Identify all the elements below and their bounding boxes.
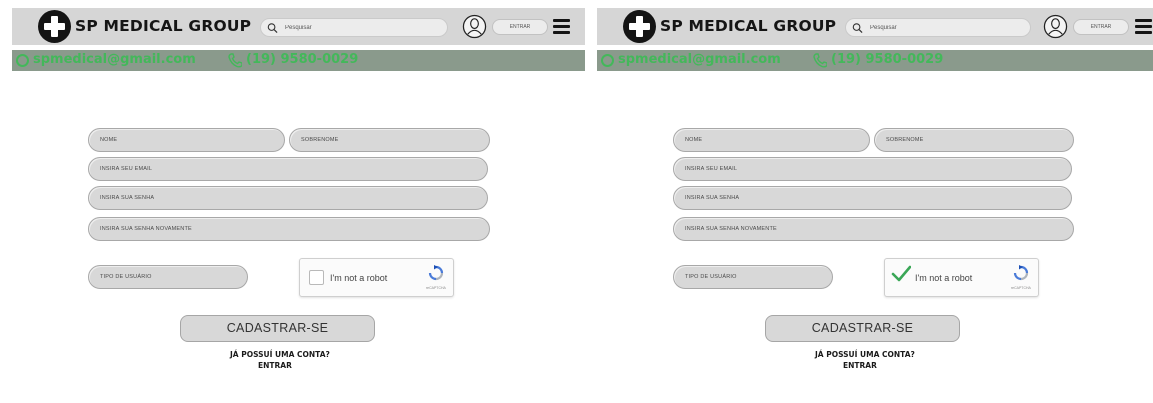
login-link[interactable]: ENTRAR [843,361,877,370]
brand-name[interactable]: SP MEDICAL GROUP [75,17,251,35]
search-bar[interactable] [845,18,1031,37]
have-account-text: JÁ POSSUÍ UMA CONTA? [230,350,330,359]
search-icon [267,23,278,34]
user-avatar-icon[interactable] [462,14,487,39]
captcha-label: I'm not a robot [330,273,388,283]
first-name-field[interactable]: NOME [673,128,870,152]
email-icon [601,54,614,67]
signup-submit-button[interactable]: CADASTRAR-SE [180,315,375,342]
user-type-placeholder: TIPO DE USUÁRIO [685,274,737,280]
medical-cross-logo-icon[interactable] [38,10,71,43]
password-placeholder: INSIRA SUA SENHA [100,195,155,201]
email-field[interactable]: INSIRA SEU EMAIL [88,157,488,181]
captcha-label: I'm not a robot [915,273,973,283]
search-input[interactable] [870,22,1020,34]
contact-bar: spmedical@gmail.com (19) 9580-0029 [597,50,1153,71]
signup-form: NOME SOBRENOME INSIRA SEU EMAIL INSIRA S… [88,128,492,388]
email-icon [16,54,29,67]
recaptcha-logo-icon [1013,265,1029,281]
contact-email[interactable]: spmedical@gmail.com [33,52,196,67]
top-navbar: SP MEDICAL GROUP ENTRAR [12,8,585,45]
first-name-placeholder: NOME [685,137,703,143]
user-type-select[interactable]: TIPO DE USUÁRIO [88,265,248,289]
screenshot-stage: SP MEDICAL GROUP ENTRAR spmedical@gmail.… [0,0,1153,403]
search-input[interactable] [285,22,435,34]
email-placeholder: INSIRA SEU EMAIL [685,166,738,172]
user-avatar-icon[interactable] [1043,14,1068,39]
last-name-field[interactable]: SOBRENOME [874,128,1074,152]
medical-cross-logo-icon[interactable] [623,10,656,43]
first-name-placeholder: NOME [100,137,118,143]
password-field[interactable]: INSIRA SUA SENHA [88,186,488,210]
password-placeholder: INSIRA SUA SENHA [685,195,740,201]
recaptcha-widget: I'm not a robot reCAPTCHA [884,258,1039,297]
last-name-field[interactable]: SOBRENOME [289,128,490,152]
search-icon [852,23,863,34]
brand-name[interactable]: SP MEDICAL GROUP [660,17,836,35]
recaptcha-logo-icon [428,265,444,281]
recaptcha-widget: I'm not a robot reCAPTCHA [299,258,454,297]
enter-button[interactable]: ENTRAR [1073,19,1129,35]
email-placeholder: INSIRA SEU EMAIL [100,166,153,172]
hamburger-menu-icon[interactable] [553,19,570,34]
user-type-select[interactable]: TIPO DE USUÁRIO [673,265,833,289]
contact-bar: spmedical@gmail.com (19) 9580-0029 [12,50,585,71]
last-name-placeholder: SOBRENOME [301,137,339,143]
password-confirm-placeholder: INSIRA SUA SENHA NOVAMENTE [100,226,192,232]
search-bar[interactable] [260,18,448,37]
signup-page-checked: SP MEDICAL GROUP ENTRAR spmedical@gmail.… [597,8,1153,403]
email-field[interactable]: INSIRA SEU EMAIL [673,157,1072,181]
captcha-checkbox[interactable] [309,270,324,285]
first-name-field[interactable]: NOME [88,128,285,152]
password-field[interactable]: INSIRA SUA SENHA [673,186,1072,210]
last-name-placeholder: SOBRENOME [886,137,924,143]
signup-page-unchecked: SP MEDICAL GROUP ENTRAR spmedical@gmail.… [12,8,585,403]
recaptcha-caption: reCAPTCHA [426,286,446,290]
top-navbar: SP MEDICAL GROUP ENTRAR [597,8,1153,45]
password-confirm-field[interactable]: INSIRA SUA SENHA NOVAMENTE [88,217,490,241]
hamburger-menu-icon[interactable] [1135,19,1152,34]
phone-icon [813,53,827,68]
enter-button[interactable]: ENTRAR [492,19,548,35]
phone-icon [228,53,242,68]
login-link[interactable]: ENTRAR [258,361,292,370]
contact-phone[interactable]: (19) 9580-0029 [831,52,943,67]
contact-phone[interactable]: (19) 9580-0029 [246,52,358,67]
signup-form: NOME SOBRENOME INSIRA SEU EMAIL INSIRA S… [673,128,1077,388]
user-type-placeholder: TIPO DE USUÁRIO [100,274,152,280]
password-confirm-placeholder: INSIRA SUA SENHA NOVAMENTE [685,226,777,232]
contact-email[interactable]: spmedical@gmail.com [618,52,781,67]
captcha-checkmark-icon[interactable] [891,265,911,283]
recaptcha-caption: reCAPTCHA [1011,286,1031,290]
password-confirm-field[interactable]: INSIRA SUA SENHA NOVAMENTE [673,217,1074,241]
have-account-text: JÁ POSSUÍ UMA CONTA? [815,350,915,359]
signup-submit-button[interactable]: CADASTRAR-SE [765,315,960,342]
